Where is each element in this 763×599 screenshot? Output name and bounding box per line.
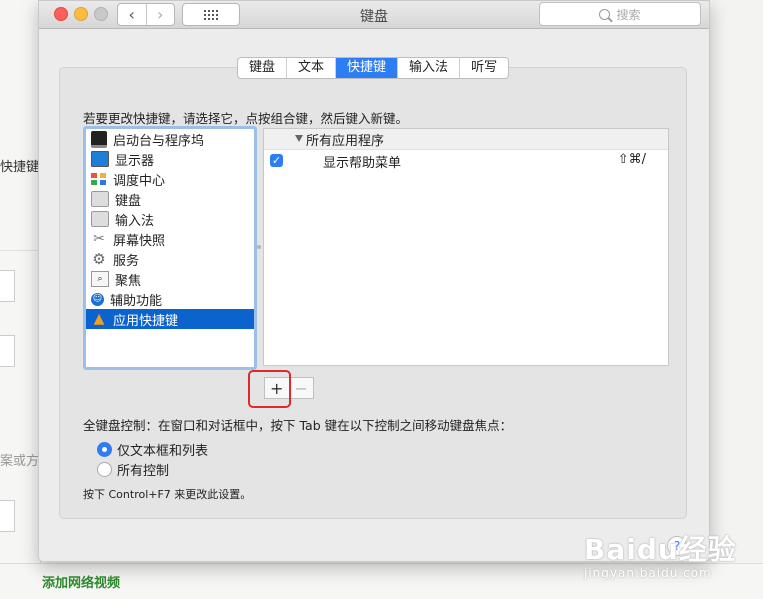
background-field [0, 270, 15, 302]
background-divider [0, 250, 40, 251]
app-shortcuts-icon: ▲ [93, 311, 105, 327]
tab-keyboard[interactable]: 键盘 [238, 58, 286, 78]
watermark-brand: Baidu经验 [584, 533, 737, 566]
category-display[interactable]: 显示器 [86, 149, 254, 169]
tab-bar: 键盘 文本 快捷键 输入法 听写 [237, 57, 510, 79]
tab-input-sources[interactable]: 输入法 [397, 58, 459, 78]
watermark-site: jingyan.baidu.com [584, 566, 712, 580]
launchpad-dock-icon [91, 130, 107, 148]
highlight-annotation [248, 370, 291, 408]
category-label: 辅助功能 [110, 293, 163, 309]
background-field [0, 500, 15, 532]
tab-dictation[interactable]: 听写 [459, 58, 508, 78]
display-icon [91, 151, 109, 167]
gear-icon: ⚙ [92, 250, 106, 268]
category-app-shortcuts[interactable]: ▲ 应用快捷键 [86, 309, 254, 329]
shortcut-group-row[interactable]: 所有应用程序 [264, 129, 668, 150]
radio-indicator[interactable] [97, 462, 112, 477]
category-input-sources[interactable]: 输入法 [86, 209, 254, 229]
shortcut-enabled-checkbox[interactable]: ✓ [270, 154, 283, 167]
category-label: 输入法 [115, 213, 155, 229]
category-spotlight[interactable]: ⌕ 聚焦 [86, 269, 254, 289]
mission-control-icon [91, 172, 107, 186]
category-label: 键盘 [115, 193, 142, 209]
split-view-handle[interactable] [257, 245, 261, 249]
radio-label: 所有控制 [117, 464, 170, 479]
radio-all-controls[interactable]: 所有控制 [97, 460, 169, 479]
shortcut-group-label: 所有应用程序 [306, 133, 385, 149]
shortcut-label: 显示帮助菜单 [323, 156, 402, 171]
category-keyboard[interactable]: 键盘 [86, 189, 254, 209]
screenshot-icon: ✂ [93, 231, 105, 247]
category-screenshots[interactable]: ✂ 屏幕快照 [86, 229, 254, 249]
category-services[interactable]: ⚙ 服务 [86, 249, 254, 269]
keyboard-icon [91, 191, 109, 207]
radio-label: 仅文本框和列表 [117, 444, 209, 459]
background-app: 快捷键】 案或方 [0, 0, 52, 598]
category-label: 聚焦 [115, 273, 142, 289]
title-bar: ‹ › 键盘 搜索 [39, 1, 709, 29]
keyboard-preferences-window: ‹ › 键盘 搜索 键盘 文本 快捷键 输入法 听写 若要更改快捷键，请选择它，… [38, 0, 710, 562]
category-accessibility[interactable]: ☺ 辅助功能 [86, 289, 254, 309]
category-launchpad-dock[interactable]: 启动台与程序坞 [86, 129, 254, 149]
shortcut-row[interactable]: ✓ 显示帮助菜单 ⇧⌘/ [264, 150, 668, 172]
input-source-icon [91, 211, 109, 227]
shortcut-category-list[interactable]: 启动台与程序坞 显示器 调度中心 键盘 输入法 ✂ 屏幕快照 ⚙ 服务 ⌕ 聚焦… [83, 126, 257, 370]
tab-text[interactable]: 文本 [286, 58, 335, 78]
category-label: 显示器 [115, 153, 155, 169]
background-right-strip [708, 0, 763, 598]
search-icon [599, 8, 611, 20]
radio-selected-indicator[interactable] [97, 442, 112, 457]
background-text-fragment: 案或方 [0, 454, 40, 469]
category-label: 屏幕快照 [113, 233, 166, 249]
category-label: 调度中心 [113, 173, 166, 189]
category-label: 启动台与程序坞 [113, 133, 205, 149]
remove-shortcut-button[interactable]: − [288, 378, 314, 398]
control-f7-note: 按下 Control+F7 来更改此设置。 [83, 488, 252, 501]
shortcut-keys[interactable]: ⇧⌘/ [618, 152, 646, 167]
shortcuts-panel: 若要更改快捷键，请选择它，点按组合键，然后键入新键。 启动台与程序坞 显示器 调… [59, 67, 687, 519]
tab-shortcuts[interactable]: 快捷键 [335, 58, 398, 78]
category-mission-control[interactable]: 调度中心 [86, 169, 254, 189]
search-field[interactable]: 搜索 [539, 2, 701, 26]
spotlight-icon: ⌕ [91, 271, 109, 287]
search-placeholder: 搜索 [616, 7, 641, 22]
background-field [0, 335, 15, 367]
radio-text-boxes-lists[interactable]: 仅文本框和列表 [97, 440, 208, 459]
add-web-video-link[interactable]: 添加网络视频 [42, 572, 120, 591]
category-label: 服务 [113, 253, 140, 269]
full-keyboard-access-label: 全键盘控制：在窗口和对话框中，按下 Tab 键在以下控制之间移动键盘焦点： [83, 418, 513, 433]
shortcuts-list[interactable]: 所有应用程序 ✓ 显示帮助菜单 ⇧⌘/ [263, 128, 669, 366]
baidu-watermark: Baidu经验 jingyan.baidu.com [584, 520, 762, 590]
disclosure-triangle-icon[interactable] [295, 135, 303, 142]
accessibility-icon: ☺ [91, 292, 104, 306]
category-label: 应用快捷键 [113, 313, 179, 329]
instruction-text: 若要更改快捷键，请选择它，点按组合键，然后键入新键。 [83, 111, 409, 126]
